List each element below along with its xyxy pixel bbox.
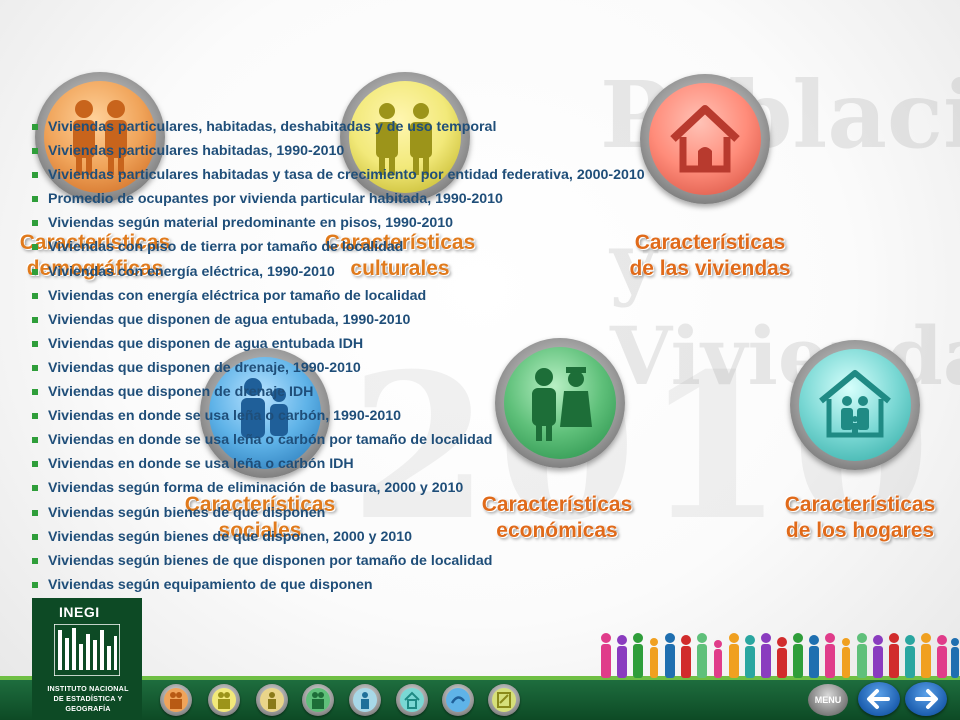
arrow-left-icon xyxy=(867,689,890,709)
bullet-icon xyxy=(32,340,38,347)
bullet-icon xyxy=(32,268,38,275)
list-item[interactable]: Viviendas según equipamiento de que disp… xyxy=(30,573,810,597)
menu-button[interactable]: MENU xyxy=(808,684,848,716)
bullet-icon xyxy=(32,461,38,468)
bullet-icon xyxy=(32,389,38,396)
bullet-icon xyxy=(32,485,38,492)
bullet-icon xyxy=(32,413,38,420)
list-item[interactable]: Viviendas que disponen de drenaje IDH xyxy=(30,380,810,404)
documentos-mini-icon[interactable] xyxy=(488,684,520,716)
list-item[interactable]: Viviendas con piso de tierra por tamaño … xyxy=(30,235,810,259)
list-item[interactable]: Viviendas particulares habitadas, 1990-2… xyxy=(30,139,810,163)
list-item[interactable]: Viviendas según bienes de que disponen p… xyxy=(30,549,810,573)
hogares-mini-icon[interactable] xyxy=(349,684,381,716)
list-item[interactable]: Promedio de ocupantes por vivienda parti… xyxy=(30,187,810,211)
family-house-icon xyxy=(819,370,891,438)
logo-caption: INSTITUTO NACIONAL DE ESTADÍSTICA Y GEOG… xyxy=(47,684,129,713)
bullet-icon xyxy=(32,292,38,299)
slide: Población y Vivienda 2010 Característica… xyxy=(0,0,960,720)
next-button[interactable] xyxy=(905,682,947,716)
economicas-mini-icon[interactable] xyxy=(302,684,334,716)
bullet-icon xyxy=(32,244,38,251)
bullet-icon xyxy=(32,364,38,371)
bullet-icon xyxy=(32,124,38,130)
list-item[interactable]: Viviendas según forma de eliminación de … xyxy=(30,476,810,500)
list-item[interactable]: Viviendas particulares, habitadas, desha… xyxy=(30,115,810,139)
list-item[interactable]: Viviendas particulares habitadas y tasa … xyxy=(30,163,810,187)
bullet-icon xyxy=(32,196,38,203)
list-item[interactable]: Viviendas que disponen de agua entubada … xyxy=(30,332,810,356)
culturales-mini-icon[interactable] xyxy=(208,684,240,716)
bullet-icon xyxy=(32,581,38,588)
demograficas-mini-icon[interactable] xyxy=(160,684,192,716)
sociales-mini-icon[interactable] xyxy=(256,684,288,716)
people-crowd-icon xyxy=(601,633,959,678)
bullet-icon xyxy=(32,172,38,179)
arrow-right-icon xyxy=(915,689,938,709)
list-item[interactable]: Viviendas con energía eléctrica por tama… xyxy=(30,284,810,308)
bullet-icon xyxy=(32,557,38,564)
bullet-icon xyxy=(32,220,38,227)
bullet-icon xyxy=(32,533,38,540)
inegi-grid-icon xyxy=(54,624,120,676)
logo-title: INEGI xyxy=(59,604,100,620)
list-item[interactable]: Viviendas en donde se usa leña o carbón,… xyxy=(30,404,810,428)
list-item[interactable]: Viviendas en donde se usa leña o carbón … xyxy=(30,428,810,452)
list-item[interactable]: Viviendas en donde se usa leña o carbón … xyxy=(30,452,810,476)
migracion-mini-icon[interactable] xyxy=(442,684,474,716)
bullet-icon xyxy=(32,437,38,444)
bullet-icon xyxy=(32,148,38,155)
list-item[interactable]: Viviendas que disponen de drenaje, 1990-… xyxy=(30,356,810,380)
list-item[interactable]: Viviendas que disponen de agua entubada,… xyxy=(30,308,810,332)
list-item[interactable]: Viviendas según bienes de que disponen, … xyxy=(30,525,810,549)
bullet-icon xyxy=(32,509,38,516)
list-item[interactable]: Viviendas según bienes de que disponen xyxy=(30,501,810,525)
viviendas-topic-list: Viviendas particulares, habitadas, desha… xyxy=(30,115,810,597)
viviendas-mini-icon[interactable] xyxy=(396,684,428,716)
bullet-icon xyxy=(32,316,38,323)
inegi-logo[interactable]: INEGI INSTITUTO NACIONAL DE ESTADÍSTICA … xyxy=(32,598,142,720)
previous-button[interactable] xyxy=(858,682,900,716)
list-item[interactable]: Viviendas con energía eléctrica, 1990-20… xyxy=(30,260,810,284)
list-item[interactable]: Viviendas según material predominante en… xyxy=(30,211,810,235)
